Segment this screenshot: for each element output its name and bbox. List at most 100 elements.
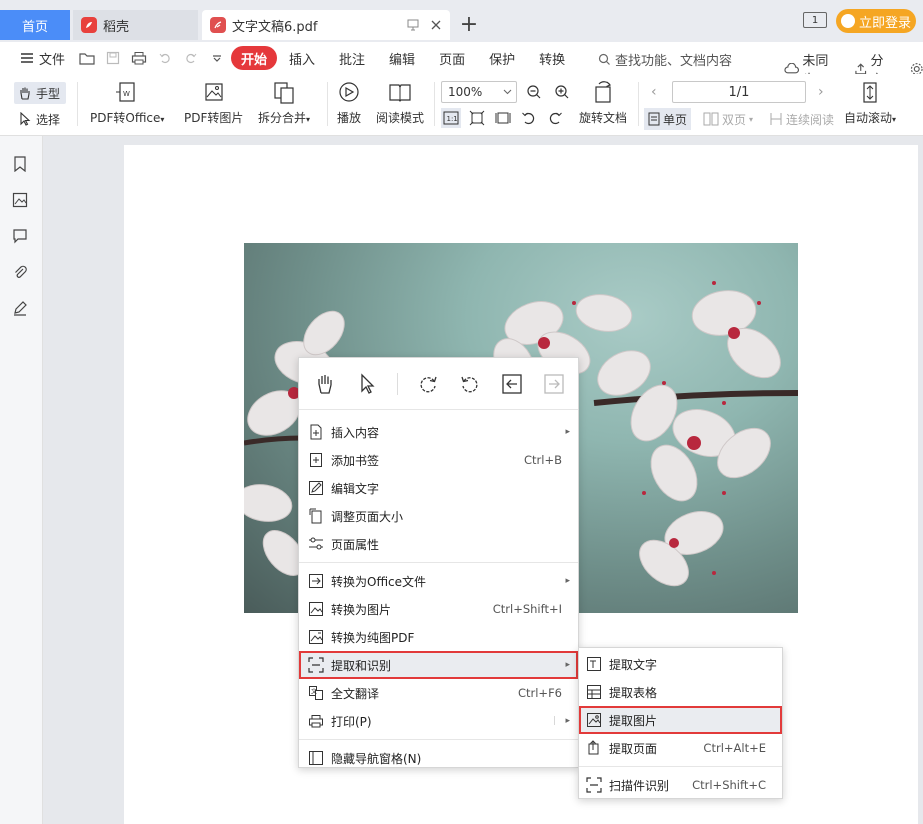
previous-page-box-icon[interactable] [500,372,524,396]
submenu-arrow-icon: ▸ [565,660,570,670]
open-folder-icon[interactable] [78,49,96,67]
tab-page[interactable]: 页面 [427,46,477,70]
menu-item-label: 隐藏导航窗格(N) [331,751,422,766]
submenu-item-extract-page[interactable]: 提取页面 Ctrl+Alt+E [579,734,782,762]
menu-item-resize-page[interactable]: 调整页面大小 [299,502,578,530]
menu-item-add-bookmark[interactable]: 添加书签 Ctrl+B [299,446,578,474]
more-dropdown-icon[interactable] [208,49,226,67]
ribbon-tabs: 开始 插入 批注 编辑 页面 保护 转换 [231,46,577,70]
save-icon[interactable] [104,49,122,67]
arrow-cursor-icon [20,112,31,126]
toolbar-divider [327,82,328,126]
menu-item-convert-image-pdf[interactable]: 转换为纯图PDF [299,623,578,651]
submenu-item-scan-recognize[interactable]: 扫描件识别 Ctrl+Shift+C [579,771,782,799]
edit-text-icon [307,479,325,497]
hand-tool-button[interactable]: 手型 [14,82,66,104]
search-box[interactable]: 查找功能、文档内容 [598,50,732,69]
zoom-in-icon[interactable] [552,82,572,102]
svg-text:1:1: 1:1 [447,115,458,123]
toolbar-divider [397,372,398,395]
single-page-button[interactable]: 单页 [644,108,692,130]
hand-icon[interactable] [313,372,337,396]
single-page-icon [648,112,660,126]
menu-item-extract-recognize[interactable]: 提取和识别 ▸ [299,651,578,679]
new-tab-button[interactable]: + [459,11,479,37]
submenu-item-extract-image[interactable]: 提取图片 [579,706,782,734]
menu-item-insert-content[interactable]: 插入内容 ▸ [299,418,578,446]
tab-comment[interactable]: 批注 [327,46,377,70]
extract-text-icon [585,655,603,673]
menu-item-convert-image[interactable]: 转换为图片 Ctrl+Shift+I [299,595,578,623]
attachment-icon[interactable] [10,262,30,282]
page-number-input[interactable]: 1/1 [672,81,806,103]
bookmark-icon[interactable] [10,154,30,174]
submenu-item-label: 提取文字 [609,657,658,672]
redo-icon[interactable] [182,49,200,67]
rotate-left-icon[interactable] [519,108,539,128]
pdf-to-office-label: PDF转Office▾ [90,111,165,125]
tab-start[interactable]: 开始 [231,46,278,70]
fit-page-icon[interactable] [467,108,487,128]
previous-page-icon[interactable]: ‹ [651,84,657,100]
monitor-icon[interactable] [406,18,420,32]
left-sidebar [0,136,43,824]
tab-insert[interactable]: 插入 [277,46,327,70]
print-icon[interactable] [130,49,148,67]
tab-edit[interactable]: 编辑 [377,46,427,70]
split-merge-button[interactable]: 拆分合并▾ [258,80,310,126]
tab-daoke[interactable]: 稻壳 [73,10,198,40]
tab-convert[interactable]: 转换 [527,46,577,70]
extract-page-icon [585,739,603,757]
menu-item-label: 插入内容 [331,425,380,440]
arrow-cursor-icon[interactable] [355,372,379,396]
file-menu[interactable]: 文件 [12,46,73,70]
window-count-badge[interactable]: 1 [803,12,827,28]
submenu-item-extract-text[interactable]: 提取文字 [579,650,782,678]
auto-scroll-button[interactable]: 自动滚动▾ [844,80,896,126]
select-tool-button[interactable]: 选择 [14,108,66,130]
thumbnail-icon[interactable] [10,190,30,210]
rotate-right-icon[interactable] [545,108,565,128]
next-page-box-icon[interactable] [542,372,566,396]
menu-item-convert-office[interactable]: 转换为Office文件 ▸ [299,567,578,595]
fit-width-icon[interactable] [493,108,513,128]
menu-item-hide-nav[interactable]: 隐藏导航窗格(N) [299,744,578,772]
play-button[interactable]: 播放 [336,80,362,126]
pdf-to-image-button[interactable]: PDF转图片 [184,80,243,126]
close-tab-icon[interactable] [430,19,442,31]
pdf-to-office-icon: W [116,82,135,102]
tab-document[interactable]: 文字文稿6.pdf [202,10,450,40]
menu-item-print[interactable]: 打印(P) | ▸ [299,707,578,735]
menu-item-edit-text[interactable]: 编辑文字 [299,474,578,502]
menu-item-label: 调整页面大小 [331,509,404,524]
context-menu-items: 插入内容 ▸ 添加书签 Ctrl+B 编辑文字 调整页面大小 页面属性 转换为O… [299,410,578,772]
continuous-reading-button[interactable]: 连续阅读 [765,108,838,130]
menu-item-page-properties[interactable]: 页面属性 [299,530,578,558]
pdf-file-icon [210,17,226,33]
double-page-button[interactable]: 双页 ▾ [699,108,757,130]
menu-item-label: 添加书签 [331,453,380,468]
menu-item-shortcut: Ctrl+F6 [517,686,562,700]
menu-item-translate[interactable]: 文 全文翻译 Ctrl+F6 [299,679,578,707]
actual-size-icon[interactable]: 1:1 [441,108,461,128]
tab-protect[interactable]: 保护 [477,46,527,70]
read-mode-button[interactable]: 阅读模式 [376,80,424,126]
search-placeholder: 查找功能、文档内容 [615,54,733,69]
tab-home[interactable]: 首页 [0,10,70,40]
signature-icon[interactable] [10,298,30,318]
zoom-select[interactable]: 100% [441,81,517,103]
rotate-document-button[interactable]: 旋转文档 [579,80,627,126]
pdf-to-office-button[interactable]: W PDF转Office▾ [90,80,164,126]
menu-item-label: 提取和识别 [331,658,392,673]
rotate-clockwise-icon[interactable] [416,372,440,396]
login-button[interactable]: 立即登录 [836,9,916,33]
rotate-counterclockwise-icon[interactable] [458,372,482,396]
submenu-item-extract-table[interactable]: 提取表格 [579,678,782,706]
undo-icon[interactable] [156,49,174,67]
print-icon [307,712,325,730]
submenu-arrow-icon: ▸ [565,576,570,586]
single-page-label: 单页 [663,112,688,127]
next-page-icon[interactable]: › [818,84,824,100]
comment-icon[interactable] [10,226,30,246]
zoom-out-icon[interactable] [524,82,544,102]
